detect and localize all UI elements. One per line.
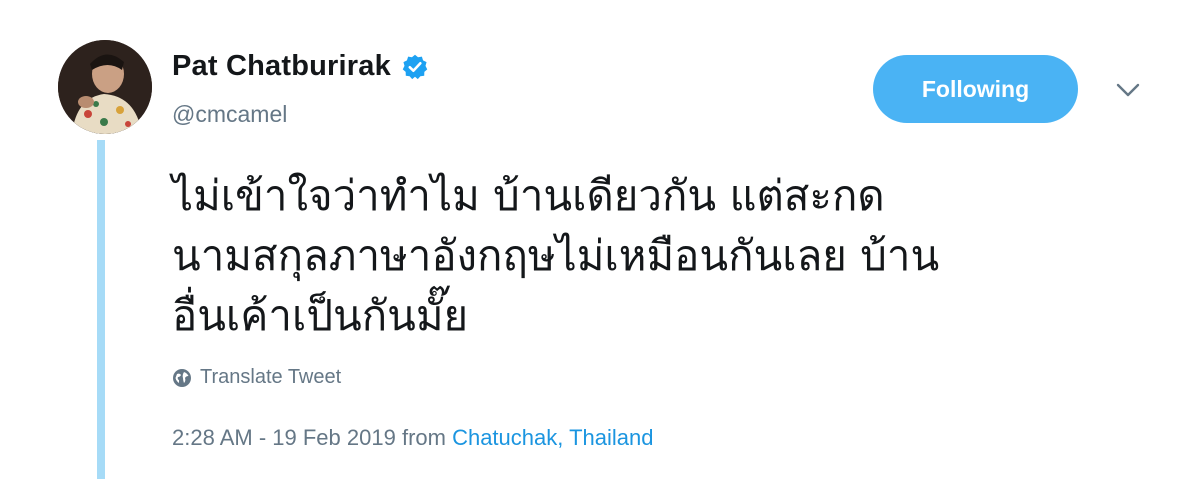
timestamp[interactable]: 2:28 AM - 19 Feb 2019 xyxy=(172,425,396,450)
globe-icon xyxy=(173,368,191,387)
display-name[interactable]: Pat Chatburirak xyxy=(172,50,391,83)
tweet-text-line: ไม่เข้าใจว่าทำไม บ้านเดียวกัน แต่สะกด xyxy=(172,171,885,220)
username-handle[interactable]: @cmcamel xyxy=(172,101,287,128)
tweet-text: ไม่เข้าใจว่าทำไม บ้านเดียวกัน แต่สะกด นา… xyxy=(172,166,1162,346)
author-name-row[interactable]: Pat Chatburirak xyxy=(172,50,429,83)
profile-photo xyxy=(58,40,152,134)
tweet-text-line: อื่นเค้าเป็นกันมั๊ย xyxy=(172,291,469,340)
following-button[interactable]: Following xyxy=(873,55,1078,123)
translate-label[interactable]: Translate Tweet xyxy=(200,366,341,389)
avatar[interactable] xyxy=(58,40,152,134)
chevron-down-icon[interactable] xyxy=(1112,76,1144,104)
tweet-metadata: 2:28 AM - 19 Feb 2019 from Chatuchak, Th… xyxy=(172,425,653,451)
thread-line xyxy=(97,140,105,479)
tweet-text-line: นามสกุลภาษาอังกฤษไม่เหมือนกันเลย บ้าน xyxy=(172,231,940,280)
verified-badge-icon xyxy=(402,54,428,79)
from-label: from xyxy=(401,425,446,450)
translate-tweet-link[interactable]: Translate Tweet xyxy=(172,366,341,389)
tweet-card: Pat Chatburirak @cmcamel Following ไม่เข… xyxy=(0,0,1200,479)
location-link[interactable]: Chatuchak, Thailand xyxy=(452,425,653,450)
